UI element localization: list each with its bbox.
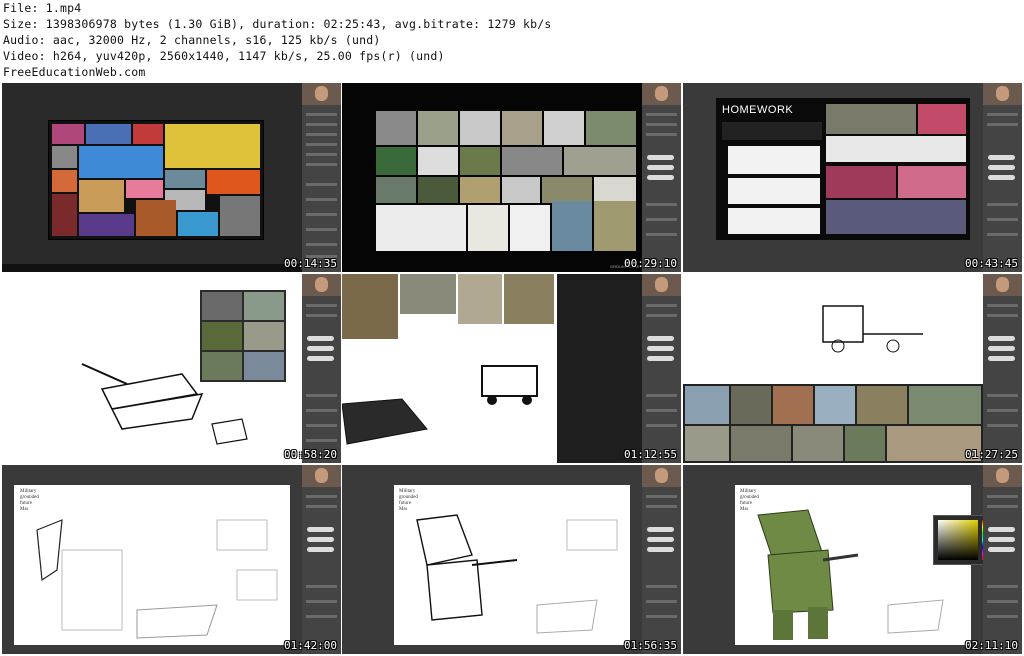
webcam-overlay bbox=[642, 83, 681, 105]
video-info-line: Video: h264, yuv420p, 2560x1440, 1147 kb… bbox=[3, 49, 445, 63]
file-name-line: File: 1.mp4 bbox=[3, 1, 82, 15]
timestamp: 01:27:25 bbox=[965, 448, 1018, 461]
thumbnail-7[interactable]: Military grounded future Mss 01:42:00 bbox=[2, 465, 341, 654]
thumbnail-2[interactable]: GROUND COMP M 00:29:10 bbox=[342, 83, 681, 272]
webcam-overlay bbox=[302, 83, 341, 105]
webcam-overlay bbox=[642, 274, 681, 296]
webcam-overlay bbox=[983, 83, 1022, 105]
thumbnail-grid: 00:14:35 GROUND COMP M 00:29:10 HOMEWORK… bbox=[0, 82, 1024, 656]
thumbnail-4[interactable]: 00:58:20 bbox=[2, 274, 341, 463]
faded-sketches bbox=[36, 519, 278, 639]
thumbnail-9[interactable]: Military grounded future Mss 02:11:10 bbox=[683, 465, 1022, 654]
timestamp: 00:58:20 bbox=[284, 448, 337, 461]
layers-panel bbox=[302, 274, 341, 463]
layers-panel bbox=[642, 465, 681, 654]
audio-info-line: Audio: aac, 32000 Hz, 2 channels, s16, 1… bbox=[3, 33, 381, 47]
timestamp: 01:12:55 bbox=[624, 448, 677, 461]
thumbnail-5[interactable]: 01:12:55 bbox=[342, 274, 681, 463]
webcam-overlay bbox=[983, 274, 1022, 296]
layers-panel bbox=[302, 465, 341, 654]
taskbar bbox=[2, 264, 302, 272]
color-field[interactable] bbox=[938, 520, 978, 560]
timestamp: 00:14:35 bbox=[284, 257, 337, 270]
timestamp: 01:42:00 bbox=[284, 639, 337, 652]
truck-sketch bbox=[822, 305, 923, 353]
webcam-overlay bbox=[302, 274, 341, 296]
layers-panel bbox=[642, 274, 681, 463]
webcam-overlay bbox=[302, 465, 341, 487]
thumbnail-1[interactable]: 00:14:35 bbox=[2, 83, 341, 272]
layers-panel bbox=[983, 83, 1022, 272]
webcam-overlay bbox=[642, 465, 681, 487]
timestamp: 00:43:45 bbox=[965, 257, 1018, 270]
mech-sketch bbox=[416, 514, 618, 634]
timestamp: 02:11:10 bbox=[965, 639, 1018, 652]
timestamp: 00:29:10 bbox=[624, 257, 677, 270]
file-size-line: Size: 1398306978 bytes (1.30 GiB), durat… bbox=[3, 17, 552, 31]
thumbnail-6[interactable]: 01:27:25 bbox=[683, 274, 1022, 463]
layers-panel bbox=[983, 465, 1022, 654]
homework-slide: HOMEWORK bbox=[716, 98, 970, 240]
layers-panel bbox=[642, 83, 681, 272]
vehicle-sketches bbox=[342, 365, 538, 445]
tank-sketch bbox=[81, 363, 248, 445]
webcam-overlay bbox=[983, 465, 1022, 487]
site-line: FreeEducationWeb.com bbox=[3, 65, 146, 79]
reference-collage bbox=[48, 120, 264, 240]
thumbnail-3[interactable]: HOMEWORK 00:43:45 bbox=[683, 83, 1022, 272]
slide-title: HOMEWORK bbox=[722, 104, 794, 116]
file-info-header: File: 1.mp4 Size: 1398306978 bytes (1.30… bbox=[0, 0, 1024, 82]
layers-panel bbox=[983, 274, 1022, 463]
layers-panel bbox=[302, 83, 341, 272]
timestamp: 01:56:35 bbox=[624, 639, 677, 652]
thumbnail-8[interactable]: Military grounded future Mss 01:56:35 bbox=[342, 465, 681, 654]
